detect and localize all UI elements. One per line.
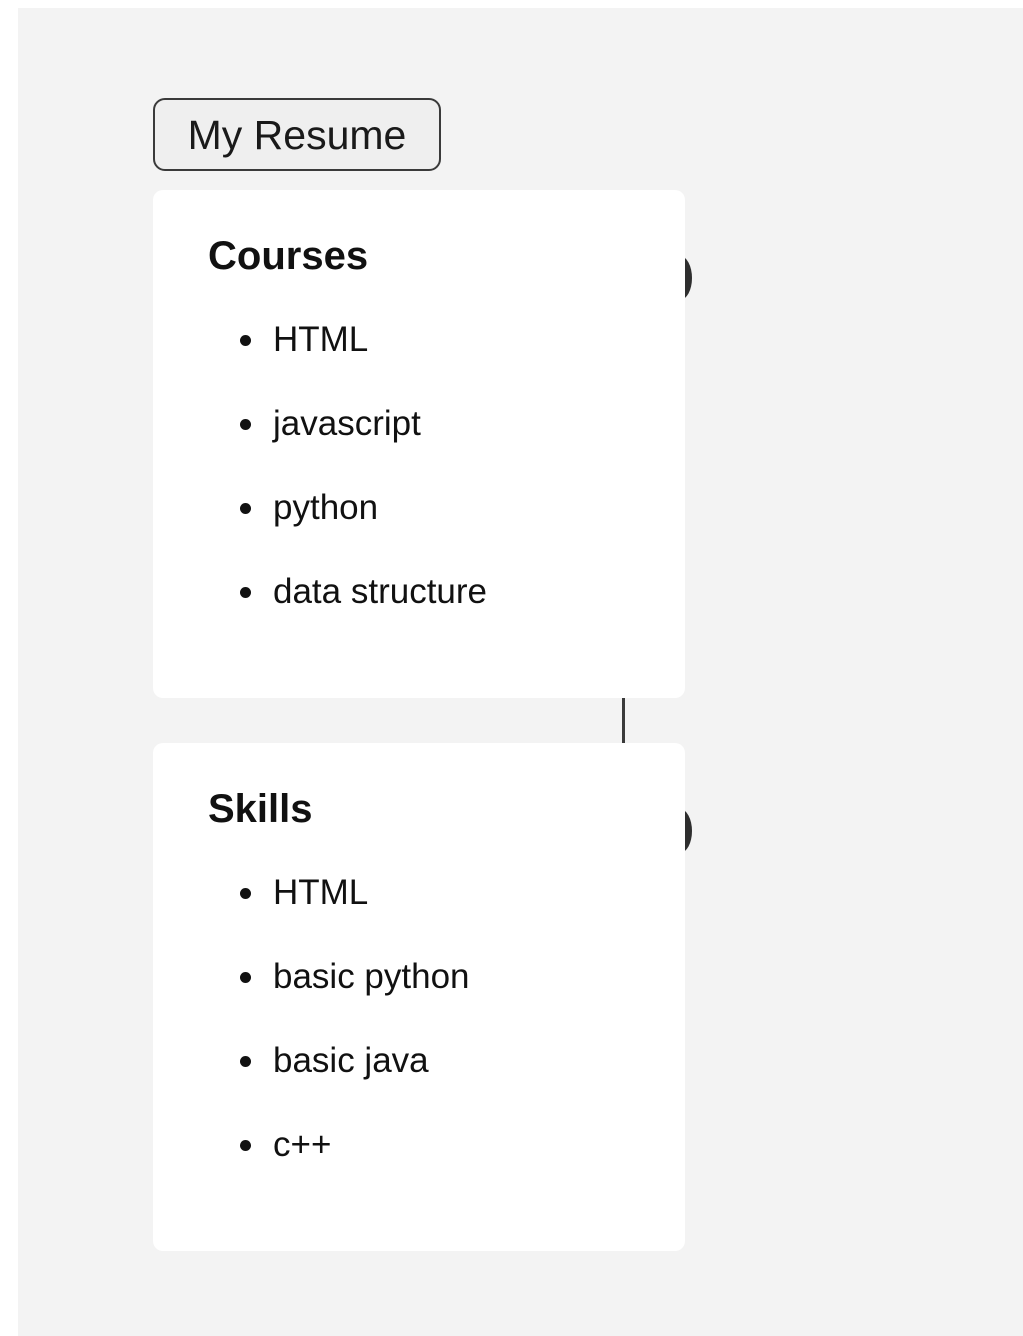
my-resume-button[interactable]: My Resume <box>153 98 441 171</box>
skill-label: basic java <box>273 1041 429 1080</box>
course-label: python <box>273 488 379 527</box>
course-label: data structure <box>273 572 487 611</box>
skills-card: Skills HTML basic python basic java c++ <box>153 743 685 1251</box>
courses-card: Courses HTML javascript python data stru… <box>153 190 685 698</box>
course-label: javascript <box>273 404 421 443</box>
courses-heading: Courses <box>208 234 369 278</box>
bullet-icon <box>240 503 251 514</box>
skill-label: HTML <box>273 873 369 912</box>
courses-list: HTML javascript python data structure <box>153 316 487 652</box>
bullet-icon <box>240 972 251 983</box>
timeline-connector <box>622 698 625 744</box>
resume-page: My Resume Courses HTML javascript python… <box>18 8 1023 1336</box>
bullet-icon <box>240 419 251 430</box>
list-item: c++ <box>153 1121 470 1205</box>
list-item: basic python <box>153 953 470 1037</box>
skill-label: c++ <box>273 1125 332 1164</box>
bullet-icon <box>240 1140 251 1151</box>
bullet-icon <box>240 335 251 346</box>
skills-list: HTML basic python basic java c++ <box>153 869 470 1205</box>
skill-label: basic python <box>273 957 470 996</box>
list-item: python <box>153 484 487 568</box>
list-item: data structure <box>153 568 487 652</box>
list-item: javascript <box>153 400 487 484</box>
list-item: basic java <box>153 1037 470 1121</box>
bullet-icon <box>240 888 251 899</box>
list-item: HTML <box>153 869 470 953</box>
list-item: HTML <box>153 316 487 400</box>
skills-heading: Skills <box>208 787 313 831</box>
bullet-icon <box>240 587 251 598</box>
bullet-icon <box>240 1056 251 1067</box>
course-label: HTML <box>273 320 369 359</box>
